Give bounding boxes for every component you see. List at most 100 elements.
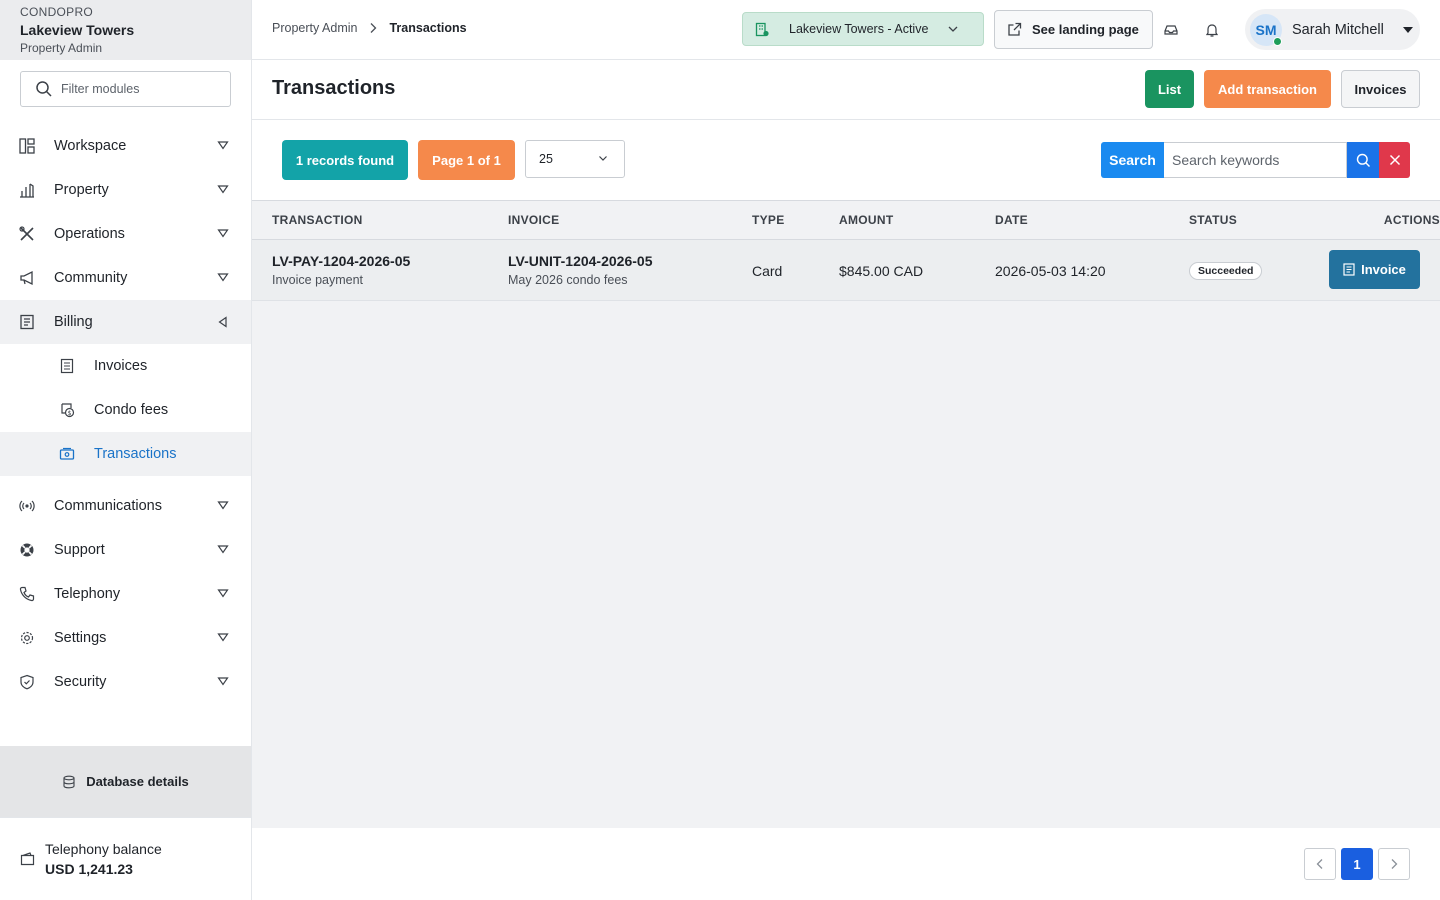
telephony-balance-text: Telephony balance USD 1,241.23 [45,839,162,879]
database-details-button[interactable]: Database details [0,746,251,817]
sidebar-subitem-label: Transactions [94,446,177,462]
caret-down-icon[interactable] [217,184,229,194]
table-toolbar: 1 records found Page 1 of 1 25 Search [252,120,1440,200]
column-header-actions: ACTIONS [1383,213,1440,227]
sidebar-item-label: Security [54,674,107,690]
online-status-dot [1273,36,1282,46]
invoice-description: May 2026 condo fees [508,273,628,287]
sidebar-item-security[interactable]: Security [0,660,251,704]
megaphone-icon [20,270,33,286]
search-label: Search [1101,142,1164,178]
close-icon [1389,154,1400,166]
column-header-transaction[interactable]: TRANSACTION [272,213,363,227]
column-header-type[interactable]: TYPE [752,213,785,227]
tools-icon [19,226,34,241]
coin-receipt-icon: $ [61,403,75,418]
sidebar-item-label: Settings [54,630,107,646]
caret-down-icon[interactable] [217,272,229,282]
search-button[interactable] [1347,142,1379,178]
chevron-down-icon [599,156,607,161]
caret-down-icon[interactable] [217,588,229,598]
caret-left-icon[interactable] [217,316,229,328]
see-landing-page-label: See landing page [1032,22,1139,37]
telephony-balance-value: USD 1,241.23 [45,861,133,877]
sidebar-item-operations[interactable]: Operations [0,212,251,256]
page-number-current[interactable]: 1 [1341,848,1373,880]
breadcrumb-property-admin[interactable]: Property Admin [272,21,357,35]
breadcrumb: Property Admin Transactions [272,21,467,35]
sidebar-item-billing[interactable]: Billing [0,300,251,344]
inbox-icon[interactable] [1163,22,1179,38]
caret-down-icon[interactable] [217,500,229,510]
records-found-badge: 1 records found [282,140,408,180]
property-name: Lakeview Towers [20,22,135,38]
avatar-initials: SM [1255,21,1277,38]
property-selector-label: Lakeview Towers - Active [789,22,929,36]
external-link-icon [1008,22,1022,36]
search-input[interactable] [1164,142,1347,178]
sidebar-subitem-transactions[interactable]: Transactions [0,432,251,476]
chevron-right-icon [371,23,377,33]
bell-icon[interactable] [1204,22,1220,38]
per-page-value: 25 [539,152,553,166]
table-row[interactable]: LV-PAY-1204-2026-05 Invoice payment LV-U… [252,240,1440,301]
column-header-invoice[interactable]: INVOICE [508,213,559,227]
caret-down-icon [1403,27,1413,33]
page-indicator-badge: Page 1 of 1 [418,140,515,180]
invoice-icon [20,314,34,330]
invoice-id: LV-UNIT-1204-2026-05 [508,253,653,269]
sidebar-item-communications[interactable]: Communications [0,484,251,528]
building-check-icon [755,22,769,36]
telephony-balance: Telephony balance USD 1,241.23 [0,817,251,900]
clear-search-button[interactable] [1379,142,1410,178]
invoices-button[interactable]: Invoices [1341,70,1420,108]
caret-down-icon[interactable] [217,228,229,238]
view-invoice-button[interactable]: Invoice [1329,250,1420,289]
add-transaction-button[interactable]: Add transaction [1204,70,1331,108]
column-header-amount[interactable]: AMOUNT [839,213,893,227]
chevron-right-icon [1391,859,1398,869]
sidebar-subitem-condo-fees[interactable]: $ Condo fees [0,388,251,432]
sidebar-item-label: Billing [54,314,93,330]
invoice-icon [1343,263,1355,276]
property-selector[interactable]: Lakeview Towers - Active [742,12,984,46]
caret-down-icon[interactable] [217,676,229,686]
next-page-button[interactable] [1378,848,1410,880]
status-badge: Succeeded [1189,262,1263,280]
telephony-balance-label: Telephony balance [45,841,162,857]
previous-page-button[interactable] [1304,848,1336,880]
sidebar-item-settings[interactable]: Settings [0,616,251,660]
sidebar-item-workspace[interactable]: Workspace [0,124,251,168]
main-content: 1 records found Page 1 of 1 25 Search TR… [252,120,1440,828]
filter-modules-input[interactable]: Filter modules [20,71,231,107]
column-header-status[interactable]: STATUS [1189,213,1237,227]
sidebar-subitem-invoices[interactable]: Invoices [0,344,251,388]
sidebar-subitem-label: Invoices [94,358,148,374]
shield-icon [20,674,34,690]
per-page-select[interactable]: 25 [525,140,625,178]
see-landing-page-button[interactable]: See landing page [994,10,1153,49]
sidebar-item-property[interactable]: Property [0,168,251,212]
sidebar-nav: Workspace Property Operations Community … [0,124,251,704]
caret-down-icon[interactable] [217,140,229,150]
user-name: Sarah Mitchell [1292,21,1384,38]
user-role: Property Admin [20,41,103,55]
sidebar-subitem-label: Condo fees [94,402,169,418]
invoice-icon [60,358,74,374]
avatar: SM [1250,13,1282,46]
table-header: TRANSACTION INVOICE TYPE AMOUNT DATE STA… [252,200,1440,240]
sidebar-item-community[interactable]: Community [0,256,251,300]
caret-down-icon[interactable] [217,544,229,554]
caret-down-icon[interactable] [217,632,229,642]
transaction-description: Invoice payment [272,273,364,287]
list-button[interactable]: List [1145,70,1194,108]
sidebar-item-label: Community [54,270,128,286]
wallet-icon [20,852,35,866]
sidebar-item-telephony[interactable]: Telephony [0,572,251,616]
top-bar: Property Admin Transactions Lakeview Tow… [252,0,1440,60]
user-menu[interactable]: SM Sarah Mitchell [1245,9,1420,50]
sidebar-item-support[interactable]: Support [0,528,251,572]
column-header-date[interactable]: DATE [995,213,1028,227]
view-invoice-label: Invoice [1361,262,1406,277]
